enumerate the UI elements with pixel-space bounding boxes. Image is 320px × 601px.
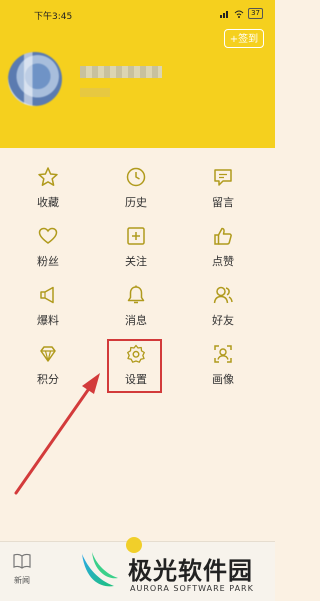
nav-news-label: 新闻	[14, 576, 30, 585]
watermark-subtitle: AURORA SOFTWARE PARK	[130, 584, 254, 593]
pointer-arrow	[14, 373, 100, 495]
nav-news-tab[interactable]: 新闻	[8, 553, 36, 586]
watermark-title: 极光软件园	[128, 557, 253, 585]
book-icon	[13, 553, 31, 569]
aurora-logo-icon	[82, 552, 118, 587]
